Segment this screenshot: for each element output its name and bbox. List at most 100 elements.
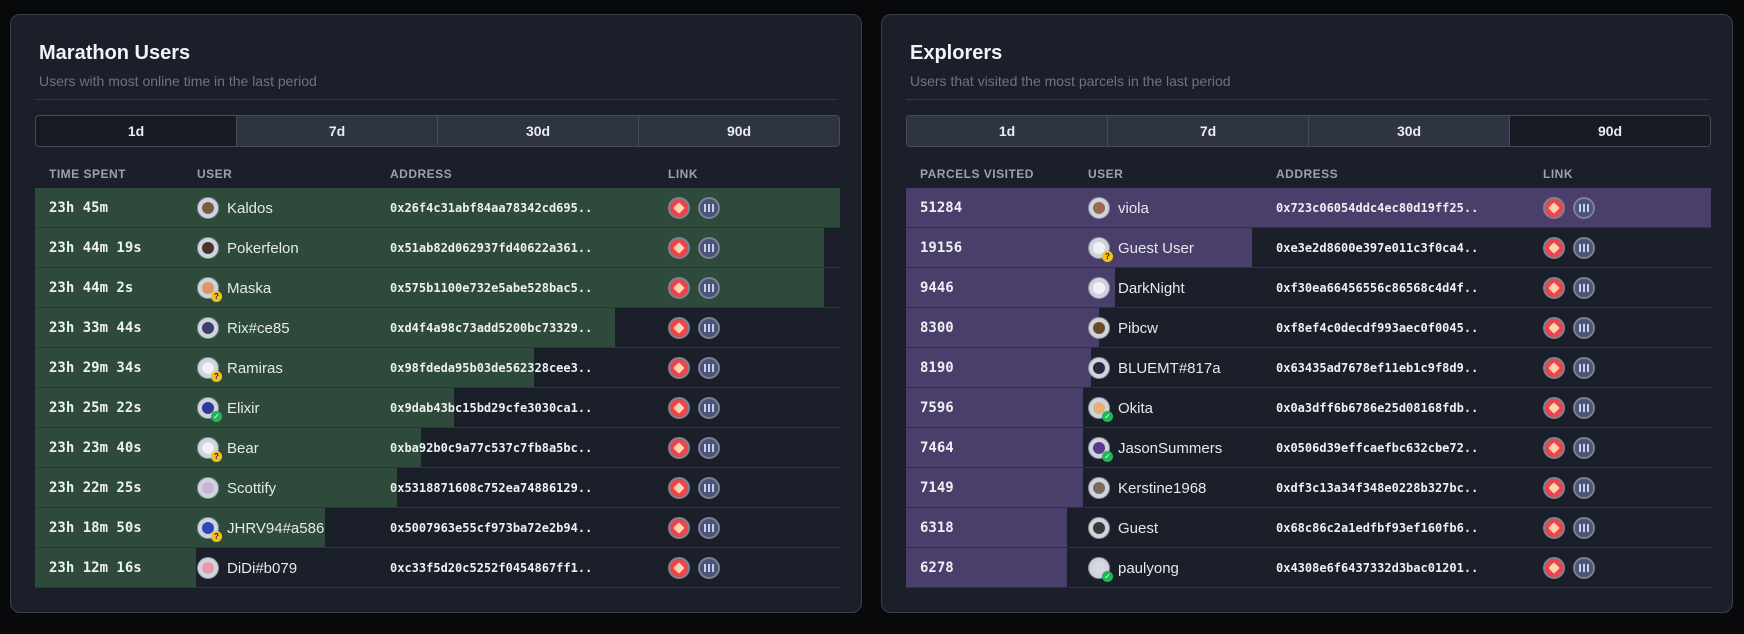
user-cell[interactable]: Kerstine1968: [1088, 468, 1206, 508]
user-cell[interactable]: DarkNight: [1088, 268, 1185, 308]
decentraland-link-icon[interactable]: [1543, 317, 1565, 339]
decentraland-link-icon[interactable]: [668, 317, 690, 339]
stats-link-icon[interactable]: [1573, 397, 1595, 419]
avatar: [1088, 517, 1110, 539]
stats-link-icon[interactable]: [1573, 277, 1595, 299]
stats-link-icon[interactable]: [698, 237, 720, 259]
decentraland-link-icon[interactable]: [1543, 277, 1565, 299]
wallet-address: 0x98fdeda95b03de562328cee3..: [390, 361, 593, 375]
tab-1d[interactable]: 1d: [907, 116, 1108, 146]
decentraland-link-icon[interactable]: [668, 517, 690, 539]
decentraland-link-icon[interactable]: [668, 557, 690, 579]
user-name: paulyong: [1118, 559, 1179, 577]
decentraland-link-icon[interactable]: [1543, 517, 1565, 539]
user-cell[interactable]: ✓ paulyong: [1088, 548, 1179, 588]
wallet-address: 0x26f4c31abf84aa78342cd695..: [390, 201, 593, 215]
stats-link-icon[interactable]: [1573, 557, 1595, 579]
decentraland-link-icon[interactable]: [668, 437, 690, 459]
user-cell[interactable]: ✓ Okita: [1088, 388, 1153, 428]
decentraland-link-icon[interactable]: [1543, 237, 1565, 259]
stats-link-icon[interactable]: [698, 517, 720, 539]
tab-30d[interactable]: 30d: [1309, 116, 1510, 146]
leaderboard-rows: 23h 45m Kaldos 0x26f4c31abf84aa78342cd695.…: [35, 188, 840, 588]
decentraland-link-icon[interactable]: [1543, 437, 1565, 459]
stats-link-icon[interactable]: [1573, 357, 1595, 379]
metric-value: 23h 18m 50s: [49, 520, 142, 536]
user-cell[interactable]: Rix#ce85: [197, 308, 290, 348]
decentraland-link-icon[interactable]: [1543, 197, 1565, 219]
decentraland-link-icon[interactable]: [668, 277, 690, 299]
decentraland-link-icon[interactable]: [1543, 357, 1565, 379]
user-cell[interactable]: ? Maska: [197, 268, 271, 308]
decentraland-link-icon[interactable]: [668, 357, 690, 379]
user-cell[interactable]: ? Ramiras: [197, 348, 283, 388]
user-cell[interactable]: ? Guest User: [1088, 228, 1194, 268]
wallet-address: 0x5007963e55cf973ba72e2b94..: [390, 521, 593, 535]
address-column-header: ADDRESS: [390, 167, 453, 181]
user-cell[interactable]: viola: [1088, 188, 1149, 228]
decentraland-link-icon[interactable]: [668, 397, 690, 419]
user-cell[interactable]: DiDi#b079: [197, 548, 297, 588]
table-row: 6278 ✓ paulyong 0x4308e6f6437332d3bac01201.…: [906, 548, 1711, 588]
panel-title: Explorers: [910, 42, 1003, 64]
decentraland-link-icon[interactable]: [1543, 397, 1565, 419]
stats-link-icon[interactable]: [1573, 517, 1595, 539]
user-cell[interactable]: BLUEMT#817a: [1088, 348, 1221, 388]
decentraland-link-icon[interactable]: [668, 197, 690, 219]
tab-7d[interactable]: 7d: [1108, 116, 1309, 146]
stats-link-icon[interactable]: [1573, 477, 1595, 499]
stats-link-icon[interactable]: [698, 397, 720, 419]
metric-value: 23h 45m: [49, 200, 109, 216]
stats-link-icon[interactable]: [698, 197, 720, 219]
avatar-face: [1093, 482, 1105, 494]
tab-30d[interactable]: 30d: [438, 116, 639, 146]
avatar: [1088, 317, 1110, 339]
user-cell[interactable]: ✓ Elixir: [197, 388, 260, 428]
stats-link-icon[interactable]: [1573, 437, 1595, 459]
avatar-face: [1093, 362, 1105, 374]
tab-90d[interactable]: 90d: [639, 116, 839, 146]
user-cell[interactable]: ✓ JasonSummers: [1088, 428, 1222, 468]
decentraland-link-icon[interactable]: [668, 237, 690, 259]
link-cell: [1543, 468, 1603, 508]
user-name: Bear: [227, 439, 259, 457]
user-cell[interactable]: Kaldos: [197, 188, 273, 228]
user-name: Rix#ce85: [227, 319, 290, 337]
user-cell[interactable]: ? Bear: [197, 428, 259, 468]
user-column-header: USER: [1088, 167, 1124, 181]
avatar: ?: [197, 357, 222, 382]
stats-link-icon[interactable]: [698, 477, 720, 499]
wallet-address: 0xd4f4a98c73add5200bc73329..: [390, 321, 593, 335]
decentraland-link-icon[interactable]: [1543, 557, 1565, 579]
link-cell: [1543, 508, 1603, 548]
user-cell[interactable]: Pibcw: [1088, 308, 1158, 348]
user-cell[interactable]: ? JHRV94#a586: [197, 508, 324, 548]
stats-link-icon[interactable]: [698, 317, 720, 339]
stats-link-icon[interactable]: [1573, 197, 1595, 219]
stats-link-icon[interactable]: [698, 437, 720, 459]
user-cell[interactable]: Guest: [1088, 508, 1158, 548]
stats-link-icon[interactable]: [698, 357, 720, 379]
link-cell: [1543, 268, 1603, 308]
user-cell[interactable]: Scottify: [197, 468, 276, 508]
period-tabs: 1d 7d 30d 90d: [906, 115, 1711, 147]
metric-value: 19156: [920, 240, 963, 256]
avatar-face: [1093, 202, 1105, 214]
table-row: 6318 Guest 0x68c86c2a1edfbf93ef160fb6..: [906, 508, 1711, 548]
header-divider: [35, 99, 837, 100]
stats-link-icon[interactable]: [698, 557, 720, 579]
stats-link-icon[interactable]: [1573, 237, 1595, 259]
metric-value: 9446: [920, 280, 954, 296]
stats-link-icon[interactable]: [698, 277, 720, 299]
tab-90d[interactable]: 90d: [1510, 116, 1710, 146]
tab-7d[interactable]: 7d: [237, 116, 438, 146]
link-column-header: LINK: [668, 167, 698, 181]
user-cell[interactable]: Pokerfelon: [197, 228, 299, 268]
stats-link-icon[interactable]: [1573, 317, 1595, 339]
decentraland-link-icon[interactable]: [668, 477, 690, 499]
decentraland-link-icon[interactable]: [1543, 477, 1565, 499]
wallet-address: 0xc33f5d20c5252f0454867ff1..: [390, 561, 593, 575]
tab-1d[interactable]: 1d: [36, 116, 237, 146]
avatar: ?: [1088, 237, 1113, 262]
user-name: Kaldos: [227, 199, 273, 217]
